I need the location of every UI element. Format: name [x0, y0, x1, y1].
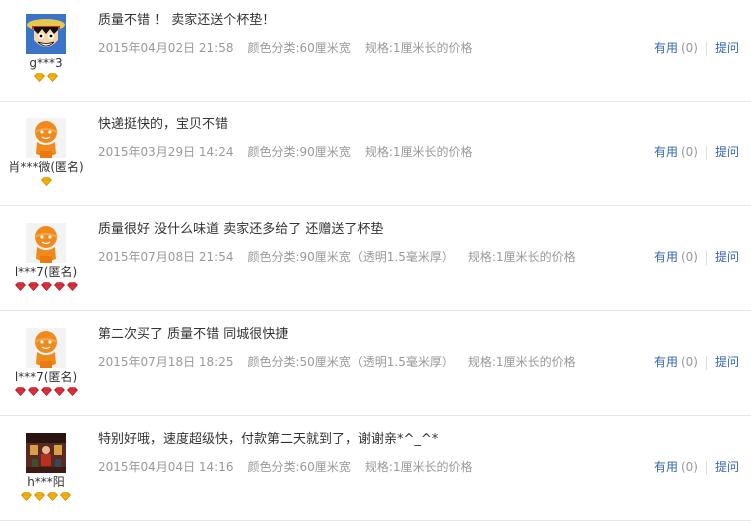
reviewer-info: l***7(匿名) — [0, 328, 92, 399]
review-item: l***7(匿名) 质量很好 没什么味道 卖家还多给了 还赠送了杯垫 2015年07… — [0, 208, 751, 311]
credit-badges — [0, 282, 92, 294]
useful-button[interactable]: 有用 — [654, 250, 678, 264]
avatar[interactable] — [26, 14, 66, 54]
review-item: 肖***微(匿名) 快递挺快的，宝贝不错 2015年03月29日 14:24 颜色分类… — [0, 103, 751, 206]
review-color-option: 颜色分类:50厘米宽（透明1.5毫米厚） — [247, 355, 454, 369]
credit-badge-icon — [14, 387, 26, 396]
review-actions: 有用 (0) 提问 — [654, 458, 739, 475]
review-color-option: 颜色分类:60厘米宽 — [247, 460, 351, 474]
review-meta: 2015年04月04日 14:16 颜色分类:60厘米宽 规格:1厘米长的价格 — [98, 458, 487, 475]
reviewer-name: 肖***微(匿名) — [8, 160, 84, 174]
credit-badge-icon — [66, 282, 78, 291]
useful-button[interactable]: 有用 — [654, 460, 678, 474]
credit-badge-icon — [40, 282, 52, 291]
review-text: 第二次买了 质量不错 同城很快捷 — [98, 327, 289, 342]
credit-badge-icon — [34, 73, 45, 82]
useful-count: (0) — [680, 250, 698, 264]
credit-badge-icon — [40, 177, 52, 186]
useful-count: (0) — [680, 145, 698, 159]
avatar[interactable] — [26, 223, 66, 263]
reviewer-info: h***阳 — [0, 433, 92, 504]
divider — [705, 250, 707, 265]
credit-badges — [0, 73, 92, 85]
credit-badge-icon — [40, 387, 52, 396]
credit-badge-icon — [47, 492, 58, 501]
review-spec-option: 规格:1厘米长的价格 — [467, 355, 576, 369]
review-meta: 2015年03月29日 14:24 颜色分类:90厘米宽 规格:1厘米长的价格 — [98, 143, 487, 160]
ask-button[interactable]: 提问 — [715, 355, 739, 369]
credit-badge-icon — [60, 492, 71, 501]
avatar[interactable] — [26, 118, 66, 158]
review-date: 2015年04月02日 21:58 — [98, 41, 234, 55]
ask-button[interactable]: 提问 — [715, 145, 739, 159]
credit-badge-icon — [66, 387, 78, 396]
credit-badge-icon — [14, 282, 26, 291]
review-date: 2015年03月29日 14:24 — [98, 145, 234, 159]
review-item: l***7(匿名) 第二次买了 质量不错 同城很快捷 2015年07月18日 18:… — [0, 313, 751, 416]
ask-button[interactable]: 提问 — [715, 41, 739, 55]
credit-badge-icon — [21, 492, 32, 501]
ask-button[interactable]: 提问 — [715, 250, 739, 264]
useful-button[interactable]: 有用 — [654, 145, 678, 159]
credit-badges — [0, 177, 92, 189]
review-text: 特别好哦，速度超级快，付款第二天就到了，谢谢亲*^_^* — [98, 432, 439, 447]
useful-count: (0) — [680, 460, 698, 474]
reviewer-name: h***阳 — [27, 475, 65, 489]
divider — [705, 41, 707, 56]
divider — [705, 355, 707, 370]
credit-badge-icon — [27, 282, 39, 291]
reviewer-name: l***7(匿名) — [14, 265, 78, 279]
review-date: 2015年07月18日 18:25 — [98, 355, 234, 369]
review-color-option: 颜色分类:90厘米宽 — [247, 145, 351, 159]
avatar[interactable] — [26, 328, 66, 368]
review-spec-option: 规格:1厘米长的价格 — [364, 41, 473, 55]
useful-button[interactable]: 有用 — [654, 41, 678, 55]
divider — [705, 145, 707, 160]
review-actions: 有用 (0) 提问 — [654, 353, 739, 370]
review-actions: 有用 (0) 提问 — [654, 39, 739, 56]
review-meta: 2015年04月02日 21:58 颜色分类:60厘米宽 规格:1厘米长的价格 — [98, 39, 487, 56]
review-spec-option: 规格:1厘米长的价格 — [364, 145, 473, 159]
credit-badge-icon — [34, 492, 45, 501]
reviewer-info: l***7(匿名) — [0, 223, 92, 294]
review-date: 2015年04月04日 14:16 — [98, 460, 234, 474]
review-color-option: 颜色分类:90厘米宽（透明1.5毫米厚） — [247, 250, 454, 264]
reviewer-info: g***3 — [0, 14, 92, 85]
divider — [705, 460, 707, 475]
avatar[interactable] — [26, 433, 66, 473]
useful-count: (0) — [680, 355, 698, 369]
useful-button[interactable]: 有用 — [654, 355, 678, 369]
credit-badge-icon — [53, 282, 65, 291]
reviewer-info: 肖***微(匿名) — [0, 118, 92, 189]
review-item: g***3 质量不错 ！ 卖家还送个杯垫！ 2015年04月02日 21:58 颜色分… — [0, 0, 751, 102]
review-text: 质量不错 ！ 卖家还送个杯垫！ — [98, 13, 276, 28]
review-spec-option: 规格:1厘米长的价格 — [467, 250, 576, 264]
review-date: 2015年07月08日 21:54 — [98, 250, 234, 264]
review-color-option: 颜色分类:60厘米宽 — [247, 41, 351, 55]
review-text: 质量很好 没什么味道 卖家还多给了 还赠送了杯垫 — [98, 222, 384, 237]
review-text: 快递挺快的，宝贝不错 — [98, 117, 229, 132]
credit-badges — [0, 492, 92, 504]
credit-badge-icon — [47, 73, 58, 82]
review-actions: 有用 (0) 提问 — [654, 248, 739, 265]
ask-button[interactable]: 提问 — [715, 460, 739, 474]
review-actions: 有用 (0) 提问 — [654, 143, 739, 160]
credit-badge-icon — [53, 387, 65, 396]
review-meta: 2015年07月18日 18:25 颜色分类:50厘米宽（透明1.5毫米厚） 规格:… — [98, 353, 590, 370]
reviewer-name: l***7(匿名) — [14, 370, 78, 384]
credit-badge-icon — [27, 387, 39, 396]
review-spec-option: 规格:1厘米长的价格 — [364, 460, 473, 474]
review-item: h***阳 特别好哦，速度超级快，付款第二天就到了，谢谢亲*^_^* 2015年04… — [0, 418, 751, 521]
reviewer-name: g***3 — [29, 56, 63, 70]
credit-badges — [0, 387, 92, 399]
review-meta: 2015年07月08日 21:54 颜色分类:90厘米宽（透明1.5毫米厚） 规格:… — [98, 248, 590, 265]
useful-count: (0) — [680, 41, 698, 55]
